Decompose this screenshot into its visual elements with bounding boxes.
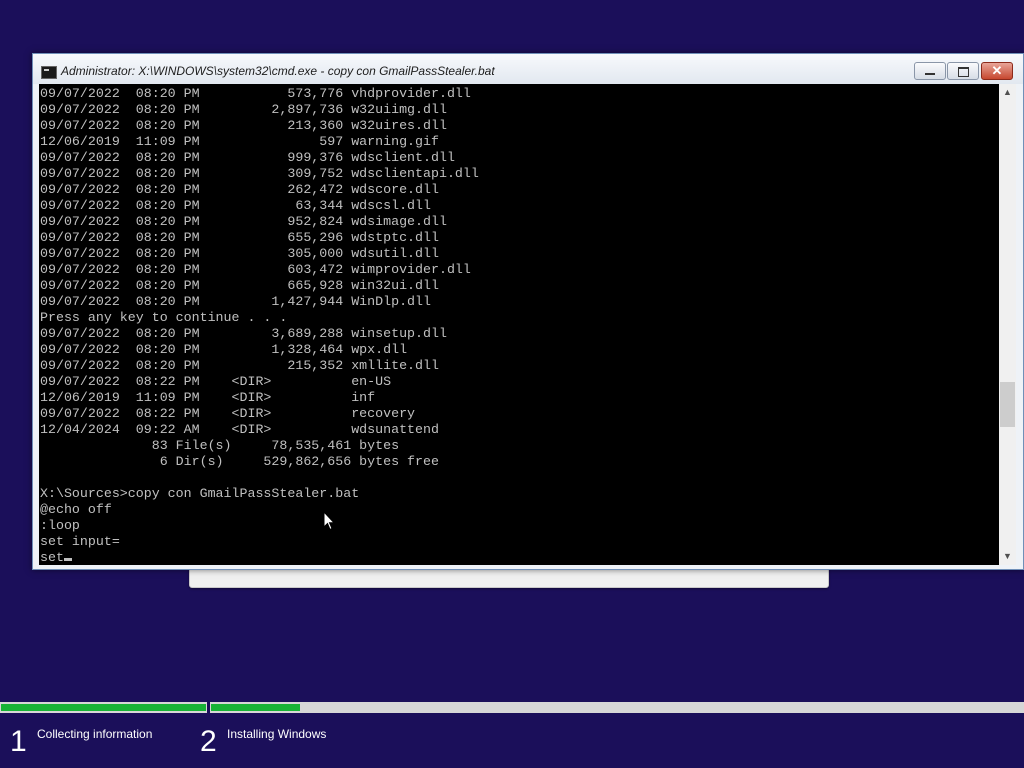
mouse-pointer-icon xyxy=(323,511,335,531)
step-number: 2 xyxy=(200,725,217,758)
maximize-icon xyxy=(958,67,969,77)
console-output[interactable]: 09/07/2022 08:20 PM 573,776 vhdprovider.… xyxy=(39,84,999,565)
close-icon: ✕ xyxy=(991,63,1003,78)
scroll-up-icon[interactable]: ▲ xyxy=(999,84,1016,101)
vertical-scrollbar[interactable]: ▲ ▼ xyxy=(999,84,1016,565)
setup-window-behind xyxy=(189,568,829,588)
scroll-thumb[interactable] xyxy=(1000,382,1015,427)
minimize-icon xyxy=(925,73,935,75)
progress-segment-collecting xyxy=(0,702,207,713)
step-label: Installing Windows xyxy=(227,727,327,741)
title-bar[interactable]: Administrator: X:\WINDOWS\system32\cmd.e… xyxy=(33,54,1023,84)
progress-segment-installing xyxy=(210,702,1024,713)
cmd-app-icon[interactable] xyxy=(41,66,57,79)
maximize-button[interactable] xyxy=(947,62,979,80)
step-number: 1 xyxy=(10,725,27,758)
minimize-button[interactable] xyxy=(914,62,946,80)
progress-fill-collecting xyxy=(1,704,206,711)
console-text: 09/07/2022 08:20 PM 573,776 vhdprovider.… xyxy=(40,86,479,565)
window-title: Administrator: X:\WINDOWS\system32\cmd.e… xyxy=(61,64,495,78)
text-cursor xyxy=(63,558,72,561)
setup-progress-bar xyxy=(0,702,1024,713)
step-label: Collecting information xyxy=(37,727,153,741)
cmd-window: Administrator: X:\WINDOWS\system32\cmd.e… xyxy=(32,53,1024,570)
progress-fill-installing xyxy=(211,704,300,711)
close-button[interactable]: ✕ xyxy=(981,62,1013,80)
scroll-down-icon[interactable]: ▼ xyxy=(999,548,1016,565)
